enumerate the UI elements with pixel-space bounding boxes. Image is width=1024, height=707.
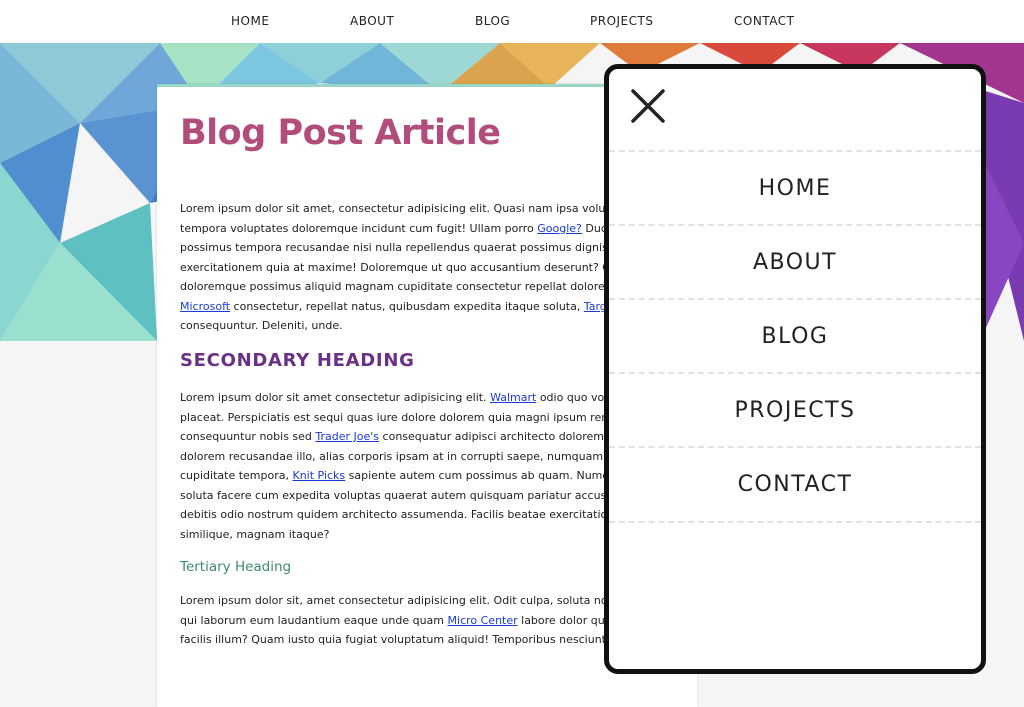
top-navigation: HOME ABOUT BLOG PROJECTS CONTACT [0,0,1024,43]
menu-item-about[interactable]: ABOUT [609,224,981,299]
micro-center-link[interactable]: Micro Center [448,614,518,627]
trader-joes-link[interactable]: Trader Joe's [315,430,379,443]
topnav-home-link[interactable]: HOME [231,14,269,28]
walmart-link[interactable]: Walmart [490,391,536,404]
menu-item-projects[interactable]: PROJECTS [609,372,981,447]
topnav-about-link[interactable]: ABOUT [350,14,394,28]
close-icon[interactable] [629,87,669,127]
topnav-contact-link[interactable]: CONTACT [734,14,794,28]
menu-item-contact[interactable]: CONTACT [609,446,981,523]
menu-item-blog[interactable]: BLOG [609,298,981,373]
tertiary-heading: Tertiary Heading [180,559,292,575]
knit-picks-link[interactable]: Knit Picks [293,469,346,482]
microsoft-link[interactable]: Microsoft [180,300,230,313]
mobile-menu-overlay: HOME ABOUT BLOG PROJECTS CONTACT [604,64,986,674]
topnav-blog-link[interactable]: BLOG [475,14,510,28]
secondary-heading: SECONDARY HEADING [180,350,415,371]
google-link[interactable]: Google? [537,222,582,235]
menu-item-home[interactable]: HOME [609,150,981,225]
topnav-projects-link[interactable]: PROJECTS [590,14,653,28]
article-title: Blog Post Article [180,113,501,153]
